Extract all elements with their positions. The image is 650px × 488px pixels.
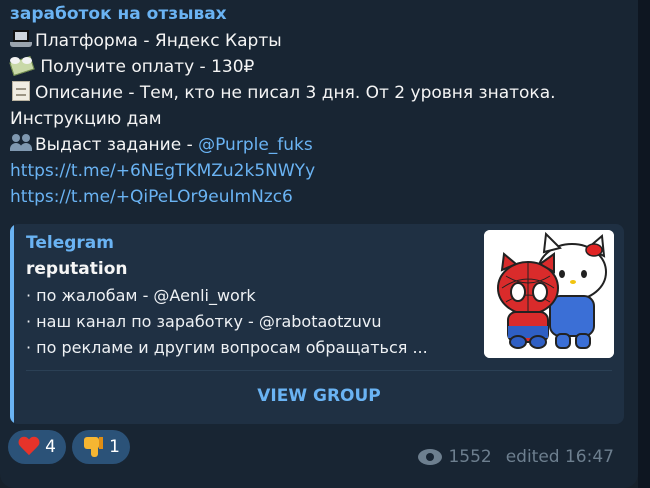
view-count: 1552 [448,447,492,467]
message-line-platform: Платформа - Яндекс Карты [10,28,282,54]
people-icon [10,133,32,153]
heart-icon [18,437,37,457]
edited-timestamp: edited 16:47 [505,447,614,467]
description-text: Описание - Тем, кто не писал 3 дня. От 2… [35,83,556,103]
spider-kitty-sticker-image [484,230,614,358]
link-preview-card[interactable]: Telegram reputation · по жалобам - @Aenl… [10,224,624,424]
money-with-wings-icon [9,55,35,77]
preview-accent-bar [10,224,14,424]
platform-text: Платформа - Яндекс Карты [35,31,282,51]
message-line-instruction: Инструкцию дам [10,109,162,129]
preview-desc-line-1: · по жалобам - @Aenli_work [26,286,256,305]
message-line-task: Выдаст задание - @Purple_fuks [10,132,313,158]
reaction-thumbs-down-count: 1 [109,437,120,457]
reaction-thumbs-down[interactable]: 1 [72,430,130,464]
message-meta: 1552 edited 16:47 [418,447,614,467]
chat-scroll-edge [638,0,650,488]
message-line-payment: Получите оплату - 130₽ [9,54,255,80]
task-text: Выдаст задание - [35,135,199,155]
invite-link-2[interactable]: https://t.me/+QiPeLOr9euImNzc6 [10,184,293,210]
preview-desc-line-2: · наш канал по заработку - @rabotaotzuvu [26,312,382,331]
laptop-icon [10,29,32,49]
message-bubble: заработок на отзывах Платформа - Яндекс … [0,0,638,488]
preview-thumbnail[interactable] [484,230,614,358]
reaction-heart[interactable]: 4 [8,430,66,464]
thumbs-down-icon [82,436,103,458]
preview-divider [26,370,612,371]
mention-link[interactable]: @Purple_fuks [198,135,313,155]
view-group-button[interactable]: VIEW GROUP [26,376,612,416]
sender-name[interactable]: заработок на отзывах [10,1,227,27]
preview-title: reputation [26,259,128,279]
payment-text: Получите оплату - 130₽ [35,57,255,77]
eye-icon [418,449,443,465]
document-icon [10,81,32,101]
invite-link-1[interactable]: https://t.me/+6NEgTKMZu2k5NWYy [10,158,315,184]
preview-desc-line-3: · по рекламе и другим вопросам обращатьс… [26,338,428,357]
preview-site-name: Telegram [26,233,114,253]
reaction-heart-count: 4 [45,437,56,457]
message-line-description: Описание - Тем, кто не писал 3 дня. От 2… [10,80,556,106]
